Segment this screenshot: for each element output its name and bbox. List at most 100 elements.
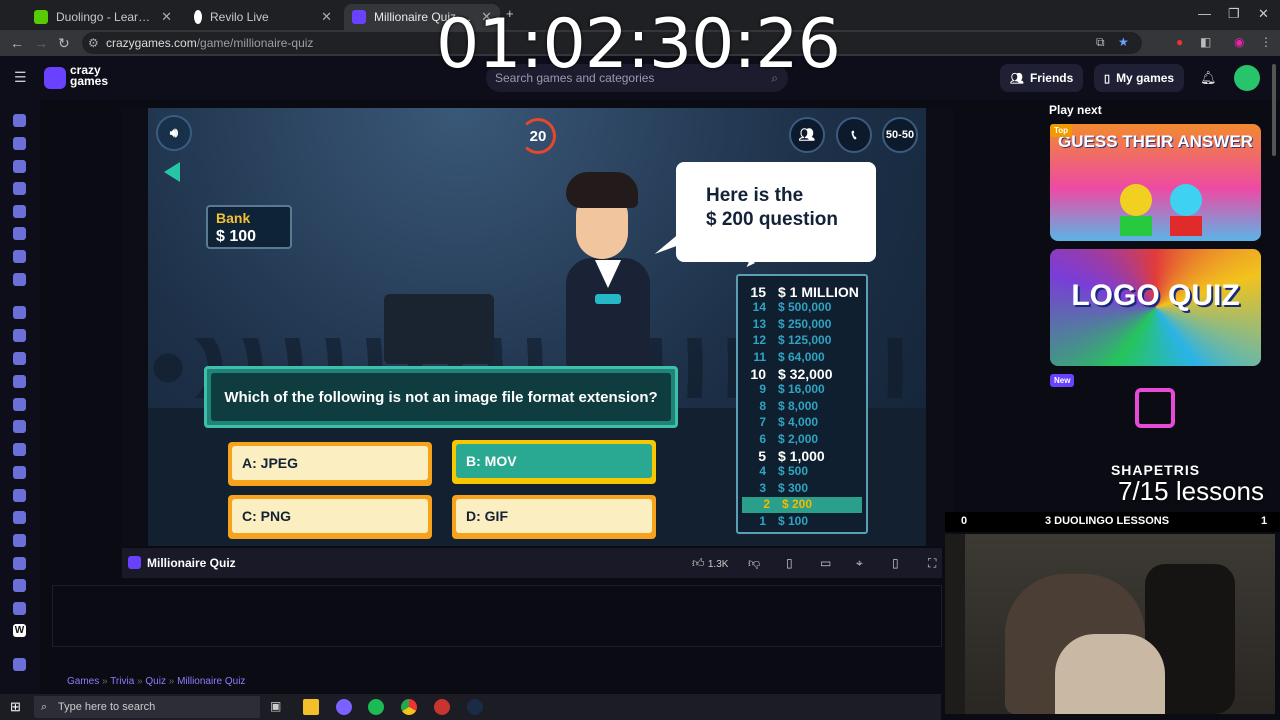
answer-b-button[interactable]: B: MOV [452, 440, 656, 484]
user-avatar[interactable] [1234, 65, 1260, 91]
breadcrumb-trivia[interactable]: Trivia [110, 676, 134, 687]
tab-revilo-live[interactable]: Revilo Live ✕ [186, 4, 340, 30]
adventure-icon[interactable] [13, 329, 26, 342]
spotify-icon[interactable] [368, 699, 384, 715]
card-icon[interactable] [13, 443, 26, 456]
word-icon[interactable]: W [13, 624, 26, 637]
ask-audience-lifeline-icon[interactable]: 👥︎ [789, 117, 825, 153]
crazygames-logo-text[interactable]: crazy games [70, 64, 109, 88]
notifications-bell-icon[interactable]: 🔔︎ [1200, 70, 1217, 86]
ladder-prize-value: $ 125,000 [778, 333, 832, 348]
bookmark-star-icon[interactable]: ★ [1118, 35, 1129, 49]
fifty-fifty-label: 50-50 [885, 129, 915, 141]
profile-avatar-icon[interactable]: ◉ [1234, 35, 1244, 49]
install-app-icon[interactable]: ⧉ [1096, 35, 1105, 50]
like-button[interactable]: 👍︎ 1.3K [692, 556, 728, 571]
breadcrumb-quiz[interactable]: Quiz [145, 676, 166, 687]
logo-line-2: games [70, 74, 109, 88]
crazygames-logo-icon[interactable] [44, 67, 66, 89]
flash-icon[interactable] [13, 602, 26, 615]
close-tab-icon[interactable]: ✕ [161, 9, 172, 25]
embed-icon[interactable]: ⌖ [856, 556, 863, 571]
money-ladder-row: 8 $ 8,000 [738, 399, 866, 415]
close-window-icon[interactable]: ✕ [1258, 6, 1269, 22]
new-icon[interactable] [13, 160, 26, 173]
clicker-icon[interactable] [13, 489, 26, 502]
money-ladder-row: 15 $ 1 MILLION [738, 284, 866, 300]
car-icon[interactable] [13, 420, 26, 433]
blue-figure [1170, 184, 1202, 216]
extension-icon[interactable]: ● [1176, 35, 1183, 49]
game-card-logo-quiz[interactable]: LOGO QUIZ [1050, 249, 1261, 366]
dislike-icon[interactable]: 👎︎ [748, 556, 760, 571]
answer-d-button[interactable]: D: GIF [452, 495, 656, 539]
back-arrow-icon[interactable] [164, 162, 180, 182]
action-icon[interactable] [13, 306, 26, 319]
browser-menu-icon[interactable]: ⋮ [1260, 35, 1272, 49]
extensions-puzzle-icon[interactable]: ◧ [1200, 35, 1211, 49]
controller-icon[interactable] [13, 511, 26, 524]
game-card-guess-their-answer[interactable]: GUESS THEIR ANSWER [1050, 124, 1261, 241]
obs-icon[interactable] [434, 699, 450, 715]
file-explorer-icon[interactable] [303, 699, 319, 715]
new-badge: New [1050, 374, 1075, 387]
updated-icon[interactable] [13, 205, 26, 218]
bike-icon[interactable] [13, 398, 26, 411]
casual-icon[interactable] [13, 466, 26, 479]
dress-up-icon[interactable] [13, 534, 26, 547]
back-arrow-icon[interactable]: ← [10, 35, 24, 51]
driving-icon[interactable] [13, 557, 26, 570]
minimize-window-icon[interactable]: — [1198, 6, 1211, 21]
money-ladder-row: 1 $ 100 [738, 514, 866, 530]
game-canvas[interactable]: 🔊︎ 20 👥︎ 📞︎ 50-50 Bank $ 100 Here is the… [148, 108, 926, 546]
tab-title: Duolingo - Learn Russian with I [56, 10, 155, 24]
originals-icon[interactable] [13, 227, 26, 240]
my-games-button[interactable]: ▯ My games [1094, 64, 1185, 92]
recent-icon[interactable] [13, 137, 26, 150]
basketball-icon[interactable] [13, 352, 26, 365]
reload-icon[interactable]: ↻ [58, 35, 70, 52]
multiplayer-icon[interactable] [13, 250, 26, 263]
ladder-prize-value: $ 500,000 [778, 300, 832, 315]
lessons-progress-overlay: 7/15 lessons [1118, 476, 1264, 506]
taskbar-search-input[interactable]: ⌕ Type here to search [34, 696, 260, 718]
fifty-fifty-lifeline[interactable]: 50-50 [882, 117, 918, 153]
ladder-prize-value: $ 4,000 [778, 415, 819, 430]
discord-icon[interactable] [336, 699, 352, 715]
chrome-icon[interactable] [401, 699, 417, 715]
game-card-shapetris[interactable]: SHAPETRIS [1050, 374, 1261, 491]
bank-label: Bank [216, 210, 251, 226]
close-tab-icon[interactable]: ✕ [321, 9, 332, 25]
favorite-bookmark-icon[interactable]: ▯ [786, 556, 793, 570]
answer-c-button[interactable]: C: PNG [228, 495, 432, 539]
ladder-prize-value: $ 16,000 [778, 382, 825, 397]
tab-duolingo[interactable]: Duolingo - Learn Russian with I ✕ [26, 4, 180, 30]
answer-a-button[interactable]: A: JPEG [228, 442, 432, 486]
tags-icon[interactable] [13, 658, 26, 671]
escape-icon[interactable] [13, 579, 26, 592]
ladder-step-number: 9 [759, 382, 766, 397]
duolingo-favicon-icon [34, 10, 48, 24]
beauty-icon[interactable] [13, 375, 26, 388]
steam-icon[interactable] [467, 699, 483, 715]
top-badge: Top [1050, 124, 1073, 137]
site-info-icon[interactable]: ⚙ [88, 36, 99, 50]
restore-window-icon[interactable]: ❐ [1228, 6, 1240, 22]
home-icon[interactable] [13, 114, 26, 127]
forward-arrow-icon[interactable]: → [34, 35, 48, 51]
hamburger-menu-icon[interactable]: ☰ [14, 69, 27, 86]
fullscreen-icon[interactable]: ⛶ [928, 556, 936, 571]
feedback-icon[interactable]: ▭ [820, 556, 831, 570]
ladder-step-number: 6 [759, 431, 766, 446]
two-player-icon[interactable] [13, 273, 26, 286]
phone-friend-lifeline-icon[interactable]: 📞︎ [836, 117, 872, 153]
mobile-icon[interactable]: ▯ [892, 556, 899, 570]
trending-icon[interactable] [13, 182, 26, 195]
task-view-icon[interactable]: ▣ [270, 699, 281, 713]
breadcrumb-games[interactable]: Games [67, 676, 99, 687]
page-scrollbar[interactable] [1272, 64, 1276, 156]
windows-start-icon[interactable]: ⊞ [10, 699, 21, 715]
friends-button[interactable]: 👥︎ Friends [1000, 64, 1084, 92]
money-ladder-row: 5 $ 1,000 [738, 448, 866, 464]
sound-toggle-icon[interactable]: 🔊︎ [156, 115, 192, 151]
